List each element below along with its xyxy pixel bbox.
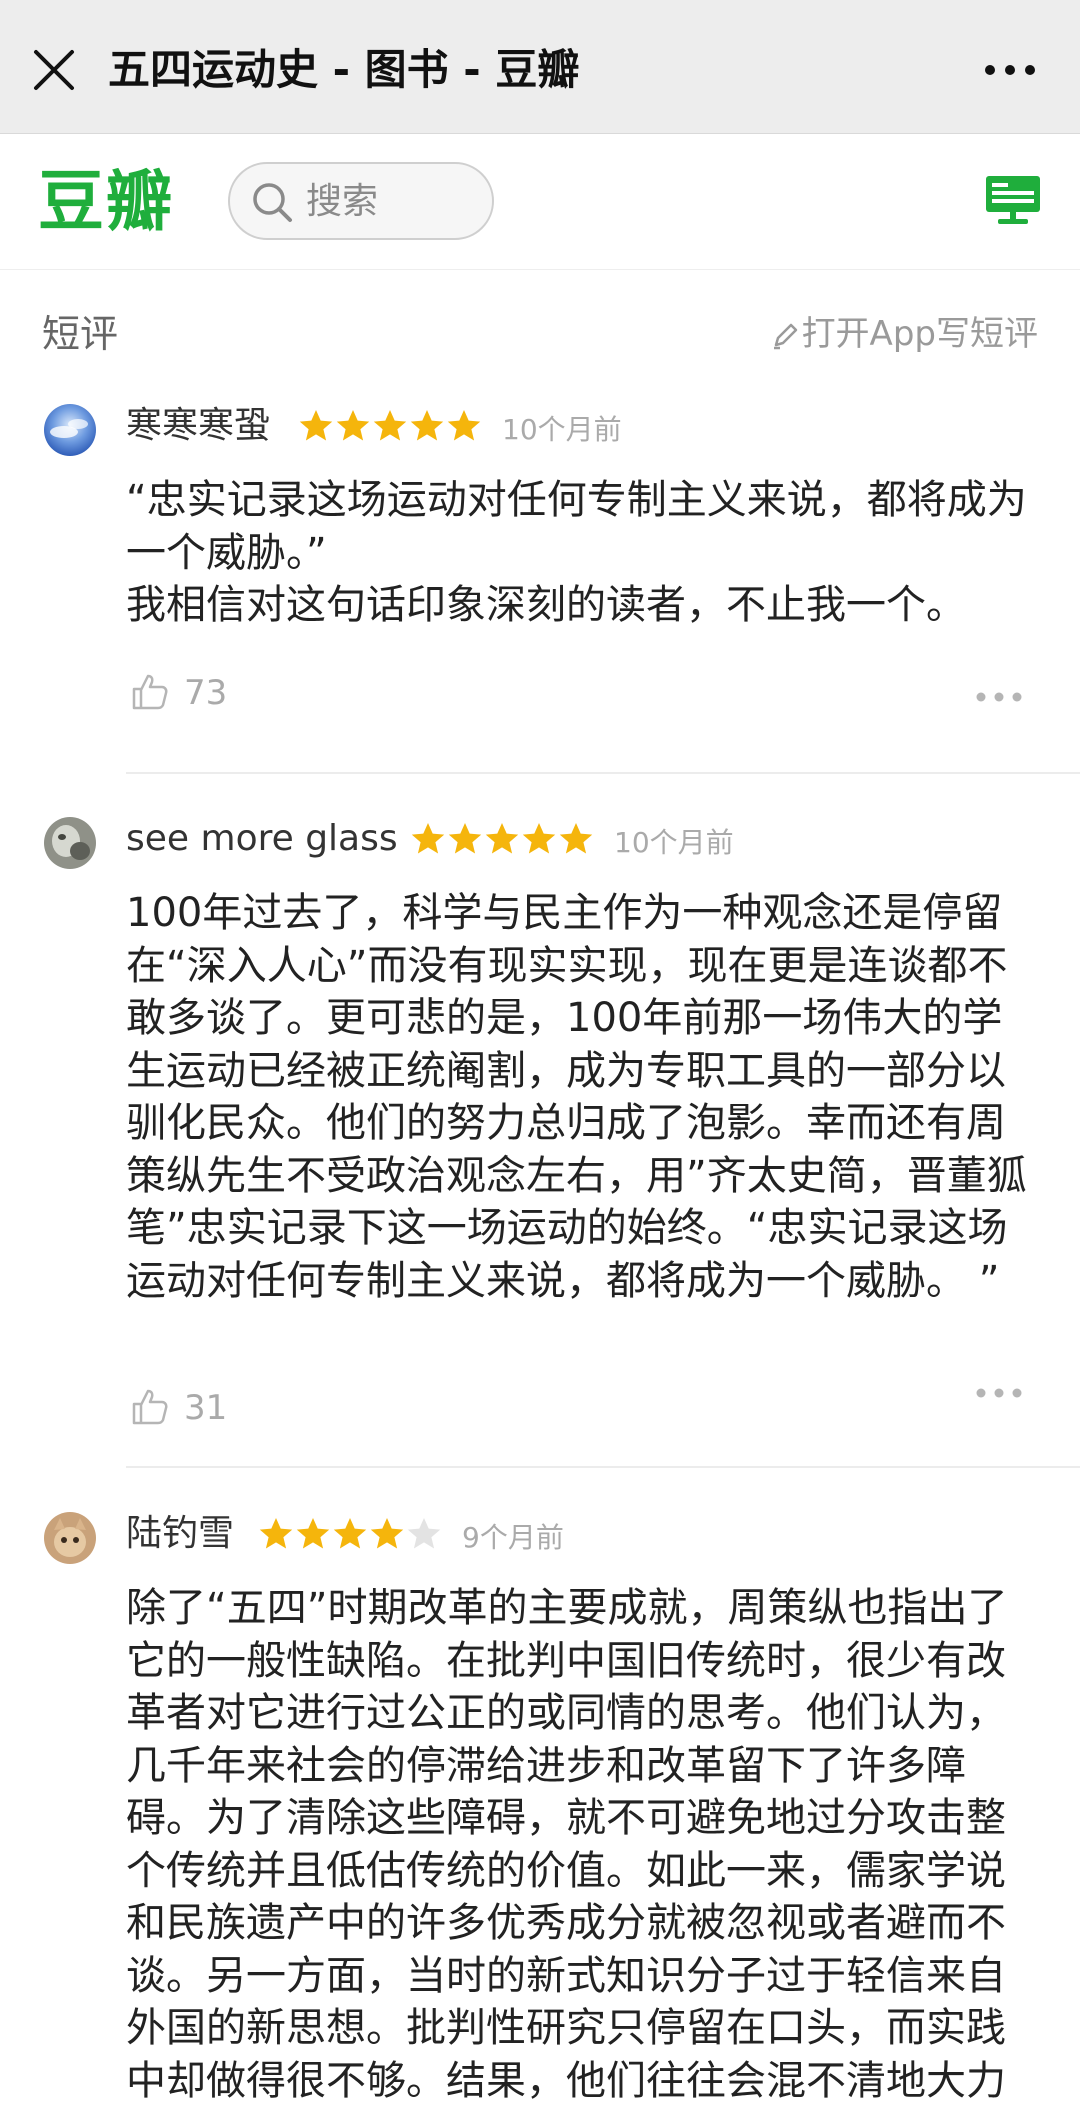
star-filled-icon — [447, 410, 481, 441]
search-input[interactable]: 搜索 — [228, 162, 494, 240]
star-rating — [410, 821, 595, 861]
write-review-link[interactable]: 打开App写短评 — [770, 306, 1038, 362]
star-rating — [298, 408, 483, 448]
like-count: 31 — [184, 1388, 228, 1428]
review-text-line: 驯化民众。他们的努力总归成了泡影。幸而还有周 — [126, 1100, 1006, 1146]
like-button[interactable]: 31 — [130, 1387, 227, 1435]
review-time: 10个月前 — [614, 826, 734, 859]
star-filled-icon — [259, 1518, 293, 1549]
review-text-line: 它的一般性缺陷。在批判中国旧传统时，很少有改 — [126, 1637, 1006, 1684]
review-text-line: 除了“五四”时期改革的主要成就，周策纵也指出了 — [126, 1585, 1008, 1631]
star-rating — [258, 1516, 443, 1556]
search-placeholder: 搜索 — [306, 181, 379, 222]
star-filled-icon — [522, 823, 556, 854]
star-filled-icon — [333, 1518, 367, 1549]
review-text-line: 谈。另一方面，当时的新式知识分子过于轻信来自 — [126, 1952, 1006, 1999]
title-bar: 五四运动史 - 图书 - 豆瓣 — [0, 0, 1080, 134]
desktop-version-icon[interactable] — [984, 174, 1042, 226]
review-text-line: 敢多谈了。更可悲的是，100年前那一场伟大的学 — [126, 995, 1003, 1041]
search-icon — [253, 183, 292, 222]
star-filled-icon — [370, 1518, 404, 1549]
more-options-icon[interactable] — [980, 48, 1040, 92]
review-text-line: 生运动已经被正统阉割，成为专职工具的一部分以 — [126, 1047, 1006, 1094]
write-review-label: 打开App写短评 — [801, 314, 1038, 354]
review-text-line: 几千年来社会的停滞给进步和改革留下了许多障 — [126, 1742, 966, 1789]
review-text-line: 革者对它进行过公正的或同情的思考。他们认为， — [126, 1690, 1006, 1736]
reviewer-name[interactable]: see more glass — [126, 809, 398, 869]
like-count: 73 — [184, 673, 228, 713]
douban-logo[interactable]: 豆瓣 — [38, 162, 174, 242]
review-text-line: 100年过去了，科学与民主作为一种观念还是停留 — [126, 890, 1003, 936]
review-text: “忠实记录这场运动对任何专制主义来说，都将成为 一个威胁。” 我相信对这句话印象深刻… — [126, 474, 1046, 632]
divider — [126, 772, 1080, 774]
thumbs-up-icon — [132, 1389, 168, 1425]
close-icon[interactable] — [30, 46, 78, 94]
avatar[interactable] — [44, 817, 96, 869]
review-text-line: 和民族遗产中的许多优秀成分就被忽视或者避而不 — [126, 1900, 1006, 1946]
more-icon[interactable] — [974, 690, 1024, 704]
review-text-line: 外国的新思想。批判性研究只停留在口头，而实践 — [126, 2005, 1006, 2051]
star-filled-icon — [296, 1518, 330, 1549]
star-filled-icon — [336, 410, 370, 441]
avatar[interactable] — [44, 1512, 96, 1564]
star-filled-icon — [559, 823, 593, 854]
review-text-line: “忠实记录这场运动对任何专制主义来说，都将成为 — [126, 477, 1027, 523]
site-header: 豆瓣 搜索 — [0, 134, 1080, 270]
pencil-icon — [773, 323, 797, 350]
review-text-line: 中却做得很不够。结果，他们往往会混不清地大力 — [126, 2057, 1006, 2104]
review-time: 9个月前 — [462, 1521, 564, 1554]
review-text-line: 个传统并且低估传统的价值。如此一来，儒家学说 — [126, 1847, 1006, 1894]
avatar[interactable] — [44, 404, 96, 456]
star-filled-icon — [299, 410, 333, 441]
thumbs-up-icon — [132, 674, 168, 710]
star-empty-icon — [407, 1518, 441, 1549]
reviewer-name[interactable]: 陆钓雪 — [126, 1504, 234, 1564]
review-text-line: 在“深入人心”而没有现实实现，现在更是连谈都不 — [126, 942, 1008, 989]
review-text-line: 我相信对这句话印象深刻的读者，不止我一个。 — [126, 582, 966, 628]
reviewer-name[interactable]: 寒寒寒蛩 — [126, 396, 270, 456]
star-filled-icon — [485, 823, 519, 854]
section-title: 短评 — [42, 312, 119, 356]
more-icon[interactable] — [974, 1386, 1024, 1400]
review-text-line: 一个威胁。” — [126, 529, 327, 576]
review-time: 10个月前 — [502, 413, 622, 446]
star-filled-icon — [410, 410, 444, 441]
divider — [126, 1466, 1080, 1468]
star-filled-icon — [411, 823, 445, 854]
star-filled-icon — [373, 410, 407, 441]
page-title: 五四运动史 - 图书 - 豆瓣 — [108, 45, 580, 94]
review-text-line: 碍。为了清除这些障碍，就不可避免地过分攻击整 — [126, 1795, 1006, 1841]
review-text-line: 策纵先生不受政治观念左右，用”齐太史简，晋董狐 — [126, 1152, 1027, 1199]
star-filled-icon — [448, 823, 482, 854]
review-text-line: 笔”忠实记录下这一场运动的始终。“忠实记录这场 — [126, 1205, 1008, 1251]
review-text: 除了“五四”时期改革的主要成就，周策纵也指出了 它的一般性缺陷。在批判中国旧传统时… — [126, 1582, 1046, 2107]
review-text-line: 运动对任何专制主义来说，都将成为一个威胁。 ” — [126, 1257, 1000, 1304]
review-text: 100年过去了，科学与民主作为一种观念还是停留 在“深入人心”而没有现实实现，现在… — [126, 887, 1046, 1307]
like-button[interactable]: 73 — [130, 672, 227, 720]
